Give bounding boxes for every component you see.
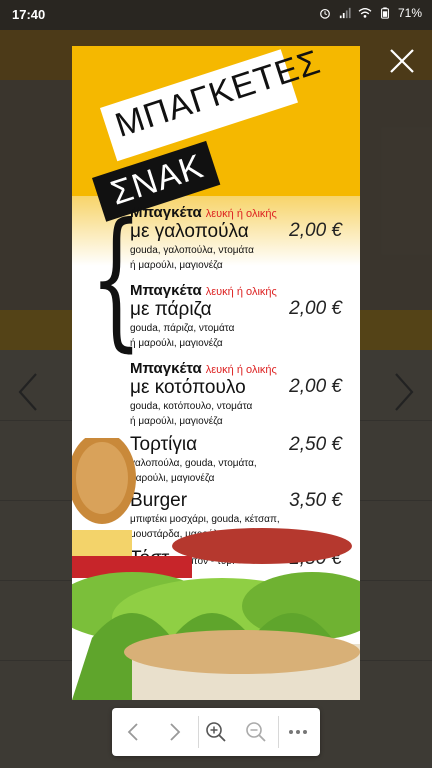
signal-icon xyxy=(339,7,351,19)
item-label: Μπαγκέτα xyxy=(130,204,202,221)
toolbar-divider xyxy=(198,716,199,748)
more-options-icon[interactable] xyxy=(286,720,310,744)
item-note: λευκή ή ολικής xyxy=(205,286,277,298)
item-description: gouda, κοτόπουλο, ντομάτα ή μαρούλι, μαγι… xyxy=(130,399,352,429)
wifi-icon xyxy=(358,8,372,18)
viewer-toolbar xyxy=(112,708,320,756)
close-icon[interactable] xyxy=(388,47,416,75)
item-desc-line: gouda, κοτόπουλο, ντομάτα xyxy=(130,401,253,412)
item-price: 2,00 € xyxy=(289,220,342,241)
item-price: 2,00 € xyxy=(289,298,342,319)
menu-image[interactable]: ΜΠΑΓΚΕΤΕΣ ΣΝΑΚ { Μπαγκέτα λευκή ή ολικής … xyxy=(72,46,360,700)
previous-image-button[interactable] xyxy=(14,370,42,414)
battery-percent: 71% xyxy=(397,6,422,20)
battery-icon xyxy=(381,7,389,19)
toolbar-divider xyxy=(278,716,279,748)
alarm-icon xyxy=(320,8,330,19)
item-description: gouda, γαλοπούλα, ντομάτα ή μαρούλι, μαγι… xyxy=(130,243,352,273)
item-desc-line: ή μαρούλι, μαγιονέζα xyxy=(130,260,223,271)
zoom-in-icon[interactable] xyxy=(204,720,228,744)
item-note: λευκή ή ολικής xyxy=(205,208,277,220)
item-label: Μπαγκέτα xyxy=(130,360,202,377)
item-desc-line: gouda, πάριζα, ντομάτα xyxy=(130,323,235,334)
item-desc-line: gouda, γαλοπούλα, ντομάτα xyxy=(130,245,254,256)
sandwich-photo xyxy=(72,438,360,700)
item-note: λευκή ή ολικής xyxy=(205,364,277,376)
item-desc-line: ή μαρούλι, μαγιονέζα xyxy=(130,338,223,349)
item-price: 2,00 € xyxy=(289,376,342,397)
chevron-right-icon[interactable] xyxy=(162,720,186,744)
menu-item: Μπαγκέτα λευκή ή ολικής με κοτόπουλο 2,00… xyxy=(130,360,352,429)
status-icons: 71% xyxy=(318,6,422,20)
item-description: gouda, πάριζα, ντομάτα ή μαρούλι, μαγιονέ… xyxy=(130,321,352,351)
chevron-left-icon[interactable] xyxy=(122,720,146,744)
menu-item: Μπαγκέτα λευκή ή ολικής με γαλοπούλα 2,00… xyxy=(130,204,352,273)
status-bar: 17:40 71% xyxy=(0,0,432,30)
item-desc-line: ή μαρούλι, μαγιονέζα xyxy=(130,416,223,427)
status-time: 17:40 xyxy=(12,7,46,22)
zoom-out-icon[interactable] xyxy=(244,720,268,744)
next-image-button[interactable] xyxy=(390,370,418,414)
menu-item: Μπαγκέτα λευκή ή ολικής με πάριζα 2,00 € … xyxy=(130,282,352,351)
item-label: Μπαγκέτα xyxy=(130,282,202,299)
